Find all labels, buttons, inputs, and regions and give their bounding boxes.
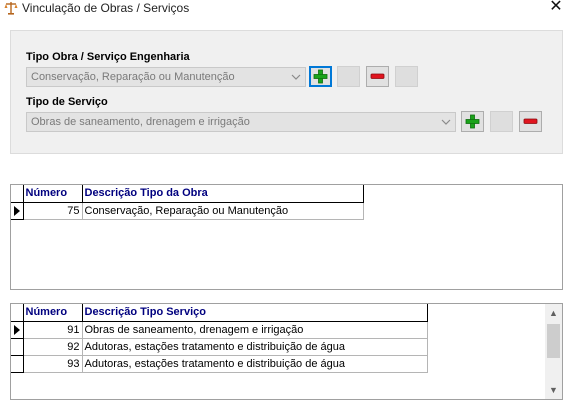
servicos-table: Número Descrição Tipo Serviço 91 Obras d… [11,304,428,373]
close-button[interactable]: ✕ [545,0,567,16]
table-row[interactable]: 93 Adutoras, estações tratamento e distr… [11,355,428,373]
obras-table: Número Descrição Tipo da Obra 75 Conserv… [11,185,364,220]
table-header: Número Descrição Tipo da Obra [11,185,364,203]
window-title: Vinculação de Obras / Serviços [22,1,190,15]
plus-icon [313,69,328,84]
row-indicator-header [11,185,24,203]
remove-servico-button[interactable] [519,111,542,132]
tipo-obra-value: Conservação, Reparação ou Manutenção [31,71,235,83]
row-indicator-header [11,304,24,322]
balance-scale-icon [4,2,18,15]
cell-descricao[interactable]: Adutoras, estações tratamento e distribu… [82,355,428,373]
edit-servico-button[interactable] [490,111,513,132]
row-indicator[interactable] [11,202,24,220]
cell-descricao[interactable]: Obras de saneamento, drenagem e irrigaçã… [82,321,428,339]
current-row-arrow-icon [14,205,20,216]
column-header-numero[interactable]: Número [23,304,83,322]
tipo-obra-combobox[interactable]: Conservação, Reparação ou Manutenção [26,67,306,87]
chevron-down-icon[interactable] [440,113,452,131]
scroll-thumb[interactable] [547,324,560,358]
scroll-down-icon[interactable]: ▼ [545,383,562,397]
title-bar: Vinculação de Obras / Serviços ✕ [0,0,570,16]
row-indicator[interactable] [11,338,24,356]
add-servico-button[interactable] [461,111,484,132]
minus-icon [370,73,385,79]
tipo-servico-label: Tipo de Serviço [26,96,108,108]
table-row[interactable]: 91 Obras de saneamento, drenagem e irrig… [11,321,428,339]
tipo-servico-value: Obras de saneamento, drenagem e irrigaçã… [31,116,250,128]
servicos-grid[interactable]: Número Descrição Tipo Serviço 91 Obras d… [10,303,563,400]
add-obra-button[interactable] [309,66,332,87]
minus-icon [523,118,538,124]
search-obra-button[interactable] [395,66,418,87]
row-indicator[interactable] [11,355,24,373]
remove-obra-button[interactable] [366,66,389,87]
row-indicator[interactable] [11,321,24,339]
cell-descricao[interactable]: Adutoras, estações tratamento e distribu… [82,338,428,356]
table-header: Número Descrição Tipo Serviço [11,304,428,322]
tipo-obra-label: Tipo Obra / Serviço Engenharia [26,51,190,63]
chevron-down-icon[interactable] [290,68,302,86]
form-panel: Tipo Obra / Serviço Engenharia Conservaç… [10,30,563,154]
plus-icon [465,114,480,129]
cell-numero[interactable]: 92 [23,338,83,356]
table-row[interactable]: 75 Conservação, Reparação ou Manutenção [11,202,364,220]
obras-grid[interactable]: Número Descrição Tipo da Obra 75 Conserv… [10,184,563,290]
cell-numero[interactable]: 93 [23,355,83,373]
cell-descricao[interactable]: Conservação, Reparação ou Manutenção [82,202,364,220]
table-row[interactable]: 92 Adutoras, estações tratamento e distr… [11,338,428,356]
vertical-scrollbar[interactable]: ▲ ▼ [545,304,562,399]
column-header-descricao[interactable]: Descrição Tipo da Obra [82,185,364,203]
scroll-up-icon[interactable]: ▲ [545,306,562,320]
edit-obra-button[interactable] [337,66,360,87]
column-header-numero[interactable]: Número [23,185,83,203]
tipo-servico-combobox[interactable]: Obras de saneamento, drenagem e irrigaçã… [26,112,456,132]
cell-numero[interactable]: 91 [23,321,83,339]
cell-numero[interactable]: 75 [23,202,83,220]
column-header-descricao[interactable]: Descrição Tipo Serviço [82,304,428,322]
current-row-arrow-icon [14,324,20,335]
